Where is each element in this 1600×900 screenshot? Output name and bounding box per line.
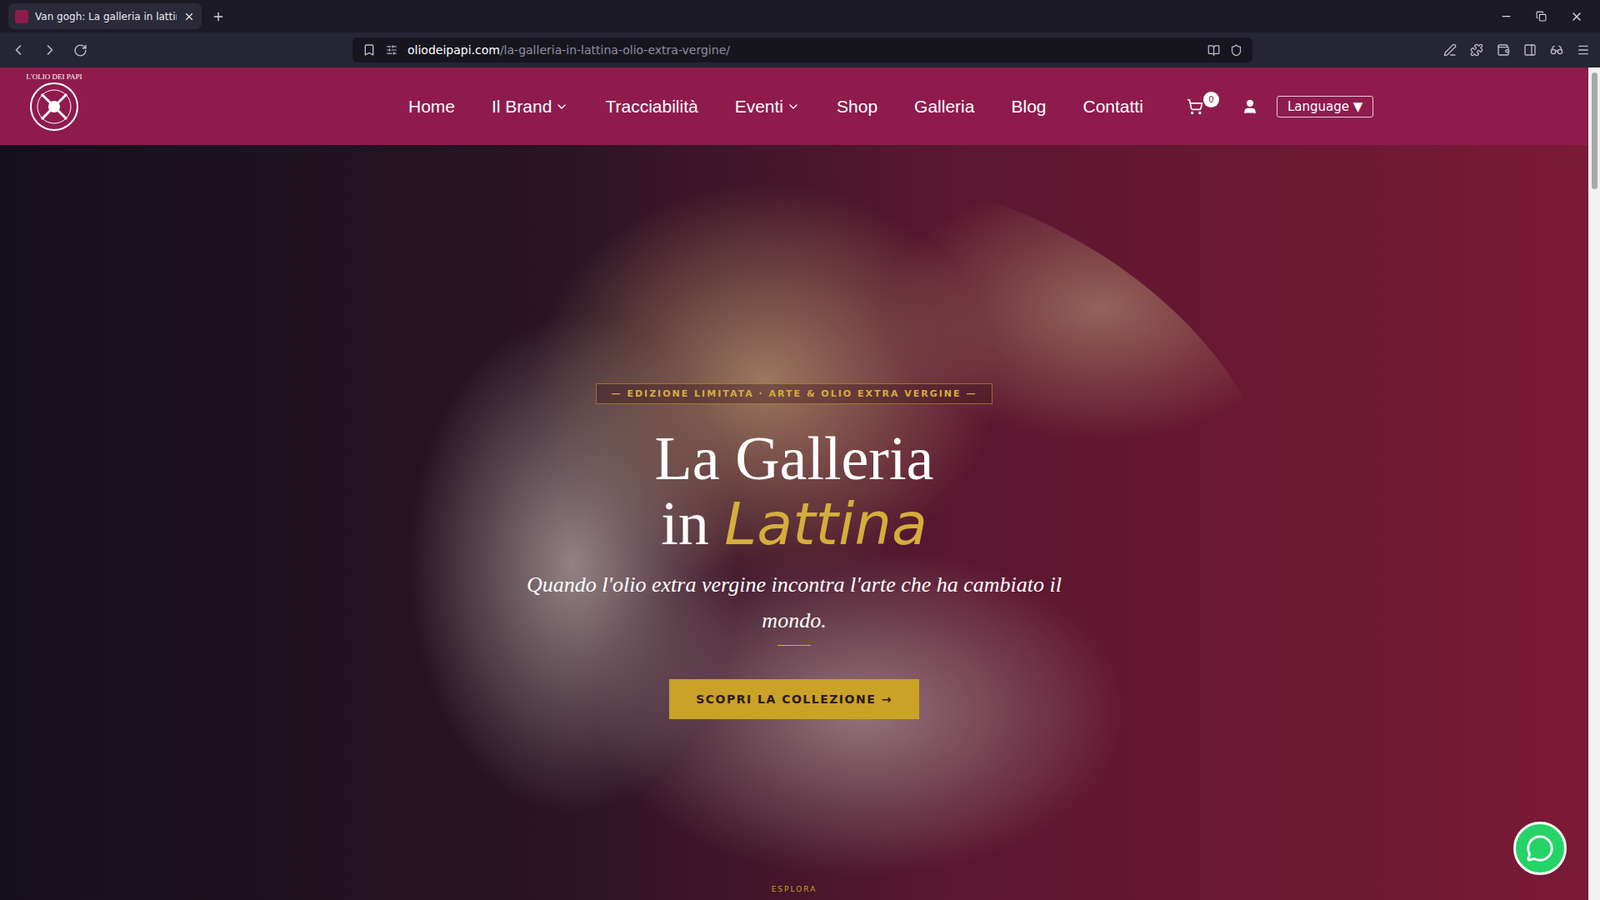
hero-title: La Galleriain Lattina: [655, 425, 935, 557]
hero: — EDIZIONE LIMITATA · ARTE & OLIO EXTRA …: [0, 145, 1589, 900]
browser-window: Van gogh: La galleria in lattina 2( oliod…: [0, 0, 1600, 900]
close-tab-icon[interactable]: [183, 10, 195, 23]
user-icon[interactable]: [1241, 98, 1259, 115]
forward-icon[interactable]: [41, 41, 59, 59]
nav-item[interactable]: Shop: [836, 96, 878, 117]
bookmark-icon[interactable]: [362, 43, 376, 57]
logo-emblem-icon: [28, 80, 80, 133]
cart-count: 0: [1203, 91, 1220, 108]
language-button[interactable]: Language ▼: [1276, 95, 1374, 118]
cta-button[interactable]: SCOPRI LA COLLEZIONE →: [669, 679, 920, 720]
close-window-icon[interactable]: [1570, 10, 1584, 24]
back-icon[interactable]: [10, 41, 27, 59]
sidebar-icon[interactable]: [1523, 43, 1537, 57]
minimize-icon[interactable]: [1500, 10, 1513, 23]
shield-icon[interactable]: [1230, 44, 1243, 57]
main-nav: Home Il Brand Tracciabilità Eventi Shop Galle…: [408, 96, 1144, 117]
new-tab-icon[interactable]: [211, 10, 225, 24]
vpn-icon[interactable]: [1550, 43, 1564, 57]
whatsapp-button[interactable]: [1513, 821, 1567, 875]
whatsapp-icon: [1525, 834, 1555, 863]
nav-item[interactable]: Eventi: [735, 96, 800, 117]
tab-title: Van gogh: La galleria in lattina 2(: [35, 10, 177, 23]
web-page: L'OLIO DEI PAPI Home Il Brand Tracciabilità…: [0, 67, 1589, 900]
scrollbar-thumb[interactable]: [1591, 72, 1598, 190]
nav-item[interactable]: Contatti: [1083, 96, 1144, 117]
nav-item[interactable]: Il Brand: [491, 96, 569, 117]
reload-icon[interactable]: [73, 43, 88, 58]
site-logo[interactable]: L'OLIO DEI PAPI: [21, 72, 87, 141]
url-text: oliodeipapi.com/la-galleria-in-lattina-o…: [407, 43, 1198, 57]
pen-icon[interactable]: [1443, 43, 1457, 57]
site-header: L'OLIO DEI PAPI Home Il Brand Tracciabilità…: [0, 67, 1589, 145]
site-info-icon[interactable]: [385, 44, 398, 56]
menu-icon[interactable]: [1576, 43, 1590, 57]
hero-badge: — EDIZIONE LIMITATA · ARTE & OLIO EXTRA …: [595, 383, 994, 405]
extensions-icon[interactable]: [1470, 43, 1484, 57]
reader-icon[interactable]: [1207, 44, 1220, 57]
wallet-icon[interactable]: [1496, 43, 1510, 57]
window-controls: [1500, 10, 1592, 24]
nav-item[interactable]: Blog: [1010, 96, 1046, 117]
nav-item[interactable]: Home: [408, 96, 455, 117]
tab-bar: Van gogh: La galleria in lattina 2(: [0, 0, 1600, 33]
scrollbar[interactable]: [1588, 67, 1600, 900]
divider: [777, 645, 811, 646]
address-row: oliodeipapi.com/la-galleria-in-lattina-o…: [0, 32, 1600, 68]
nav-item[interactable]: Galleria: [914, 96, 975, 117]
toolbar-icons: [1443, 43, 1590, 57]
chevron-down-icon: [555, 100, 569, 114]
chevron-down-icon: [786, 100, 800, 114]
explore-label[interactable]: ESPLORA: [771, 885, 818, 900]
cart-button[interactable]: 0: [1186, 98, 1224, 115]
cart-icon: [1186, 98, 1204, 115]
favicon-icon: [15, 10, 29, 24]
hero-subtitle: Quando l'olio extra vergine incontra l'a…: [506, 566, 1082, 639]
address-bar[interactable]: oliodeipapi.com/la-galleria-in-lattina-o…: [352, 37, 1253, 63]
browser-tab[interactable]: Van gogh: La galleria in lattina 2(: [8, 3, 202, 30]
nav-item[interactable]: Tracciabilità: [605, 96, 698, 117]
restore-icon[interactable]: [1535, 10, 1547, 22]
